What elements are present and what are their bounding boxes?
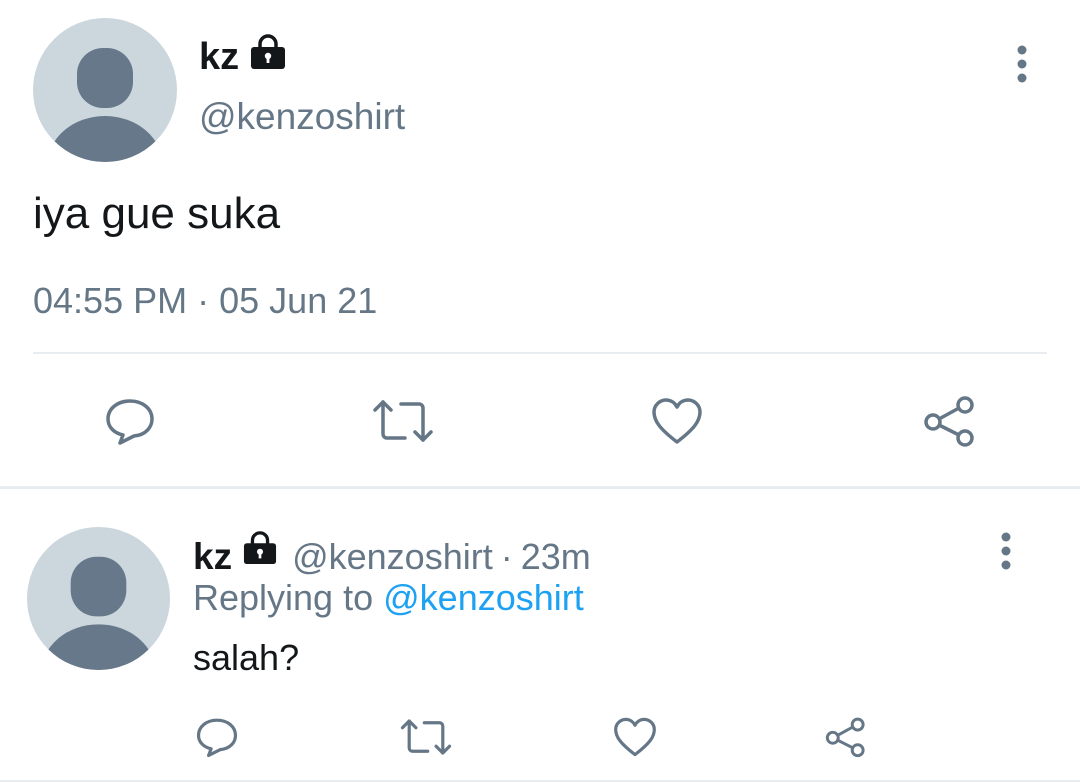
retweet-icon: [373, 400, 433, 442]
reply-button[interactable]: [192, 712, 242, 762]
more-options-icon[interactable]: [991, 521, 1021, 581]
reply-time-ago[interactable]: 23m: [521, 535, 591, 579]
default-avatar-icon: [41, 556, 156, 670]
reply-author-handle[interactable]: @kenzoshirt: [292, 535, 493, 579]
replying-to-label: Replying to: [193, 577, 374, 618]
share-icon: [825, 717, 865, 758]
reply-author-name[interactable]: kz: [193, 535, 232, 579]
reply-icon: [106, 399, 154, 445]
tweet-date: 05 Jun 21: [219, 280, 378, 321]
retweet-button[interactable]: [398, 712, 454, 762]
main-avatar[interactable]: [33, 18, 177, 162]
reply-avatar[interactable]: [27, 527, 170, 670]
more-options-icon[interactable]: [1007, 34, 1037, 94]
reply-text: salah?: [193, 637, 300, 678]
section-divider: [0, 486, 1080, 489]
share-icon: [924, 396, 974, 447]
replying-to-link[interactable]: @kenzoshirt: [383, 577, 584, 618]
retweet-icon: [400, 719, 452, 755]
protected-lock-icon: [249, 34, 287, 80]
main-author-name[interactable]: kz: [199, 34, 287, 80]
tweet-timestamp[interactable]: 04:55 PM · 05 Jun 21: [33, 280, 377, 322]
header-separator: ·: [500, 536, 513, 577]
like-icon: [614, 717, 656, 757]
like-icon: [652, 398, 702, 444]
like-button[interactable]: [610, 712, 660, 762]
retweet-button[interactable]: [370, 391, 436, 451]
display-name: kz: [199, 36, 240, 78]
replying-to: Replying to @kenzoshirt: [193, 576, 584, 620]
divider: [33, 352, 1047, 354]
share-button[interactable]: [821, 712, 871, 762]
like-button[interactable]: [647, 391, 707, 451]
reply-button[interactable]: [100, 391, 160, 451]
reply-icon: [196, 718, 238, 758]
timestamp-separator: ·: [197, 280, 210, 321]
tweet-time: 04:55 PM: [33, 280, 188, 321]
main-author-handle[interactable]: @kenzoshirt: [199, 95, 405, 139]
bottom-divider: [0, 780, 1080, 782]
default-avatar-icon: [47, 48, 163, 162]
share-button[interactable]: [920, 391, 980, 451]
tweet-text: iya gue suka: [33, 189, 281, 238]
